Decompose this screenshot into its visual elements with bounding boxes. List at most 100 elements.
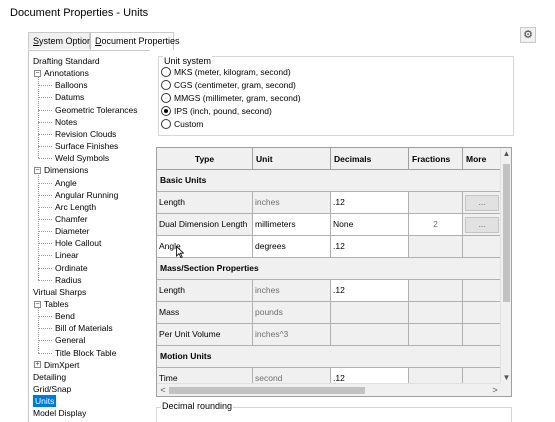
table-cell-fractions[interactable]: 2: [409, 214, 463, 236]
scroll-up-icon[interactable]: ▲: [501, 148, 511, 160]
table-cell-unit[interactable]: degrees: [253, 236, 331, 258]
tree-item-detailing[interactable]: Detailing: [33, 371, 66, 383]
table-cell-decimals[interactable]: .12: [331, 236, 409, 258]
table-cell-fractions[interactable]: [409, 324, 463, 346]
table-cell-unit[interactable]: inches: [253, 280, 331, 302]
table-cell-unit[interactable]: pounds: [253, 302, 331, 324]
radio-button[interactable]: [161, 93, 171, 103]
table-cell-decimals[interactable]: .12: [331, 280, 409, 302]
unit-option-cgs[interactable]: CGS (centimeter, gram, second): [161, 79, 296, 91]
tree-connector: [38, 146, 52, 148]
tree-item-revision-clouds[interactable]: Revision Clouds: [55, 128, 116, 140]
table-cell-type: Angle: [157, 236, 253, 258]
scroll-left-icon[interactable]: <: [157, 384, 169, 396]
table-cell-decimals[interactable]: .12: [331, 368, 409, 384]
tree-item-drafting-standard[interactable]: Drafting Standard: [33, 55, 100, 67]
tree-item-dimensions[interactable]: Dimensions: [44, 164, 88, 176]
table-cell-fractions[interactable]: [409, 302, 463, 324]
tree-item-linear[interactable]: Linear: [55, 249, 79, 261]
table-cell-more: [463, 302, 501, 324]
expand-icon[interactable]: +: [34, 361, 41, 369]
gear-icon[interactable]: ⚙: [520, 27, 536, 43]
table-cell-fractions[interactable]: [409, 280, 463, 302]
vertical-scrollbar[interactable]: ▲ ▼: [500, 148, 511, 384]
tree-item-arc-length[interactable]: Arc Length: [55, 201, 96, 213]
unit-option-mmgs[interactable]: MMGS (millimeter, gram, second): [161, 92, 301, 104]
tree-item-bill-of-materials[interactable]: Bill of Materials: [55, 322, 113, 334]
horizontal-scrollbar[interactable]: < >: [157, 383, 501, 396]
column-header-fractions[interactable]: Fractions: [409, 148, 463, 170]
tree-item-general[interactable]: General: [55, 334, 85, 346]
tab-document-properties[interactable]: Document Properties: [90, 32, 180, 50]
scroll-thumb[interactable]: [503, 164, 510, 302]
decimal-rounding-legend: Decimal rounding: [161, 401, 234, 411]
tree-item-angle[interactable]: Angle: [55, 177, 77, 189]
units-table[interactable]: Type Unit Decimals Fractions More Basic Units…: [156, 147, 512, 397]
tree-item-datums[interactable]: Datums: [55, 91, 84, 103]
table-cell-decimals[interactable]: [331, 324, 409, 346]
table-cell-fractions[interactable]: [409, 368, 463, 384]
table-cell-more: [463, 324, 501, 346]
table-cell-unit[interactable]: inches: [253, 192, 331, 214]
column-header-type[interactable]: Type: [157, 148, 253, 170]
tree-item-title-block-table[interactable]: Title Block Table: [55, 347, 116, 359]
table-cell-fractions[interactable]: [409, 192, 463, 214]
column-header-decimals[interactable]: Decimals: [331, 148, 409, 170]
radio-button[interactable]: [161, 106, 171, 116]
tree-item-angular-running[interactable]: Angular Running: [55, 189, 118, 201]
tree-connector: [38, 194, 52, 196]
table-cell-unit[interactable]: second: [253, 368, 331, 384]
radio-button[interactable]: [161, 67, 171, 77]
tree-item-radius[interactable]: Radius: [55, 274, 81, 286]
tree-connector: [38, 328, 52, 330]
tree-item-model-display[interactable]: Model Display: [33, 407, 86, 419]
tree-connector: [38, 85, 52, 87]
tree-item-surface-finishes[interactable]: Surface Finishes: [55, 140, 118, 152]
unit-option-custom[interactable]: Custom: [161, 118, 203, 130]
tree-connector: [38, 218, 52, 220]
table-cell-decimals[interactable]: None: [331, 214, 409, 236]
tree-connector: [38, 352, 52, 354]
radio-button[interactable]: [161, 80, 171, 90]
unit-option-mks[interactable]: MKS (meter, kilogram, second): [161, 66, 291, 78]
tree-item-virtual-sharps[interactable]: Virtual Sharps: [33, 286, 86, 298]
more-options-button[interactable]: ...: [465, 217, 499, 233]
tree-item-diameter[interactable]: Diameter: [55, 225, 89, 237]
more-options-button[interactable]: ...: [465, 195, 499, 211]
tree-item-grid-snap[interactable]: Grid/Snap: [33, 383, 71, 395]
radio-label: Custom: [174, 119, 204, 129]
tab-system-options[interactable]: System Options: [28, 32, 97, 49]
unit-option-ips[interactable]: IPS (inch, pound, second): [161, 105, 272, 117]
table-cell-type: Time: [157, 368, 253, 384]
table-cell-decimals[interactable]: .12: [331, 192, 409, 214]
tab-label: ystem Options: [39, 36, 97, 46]
scroll-thumb[interactable]: [169, 387, 365, 394]
table-cell-fractions[interactable]: [409, 236, 463, 258]
tree-item-units[interactable]: Units: [33, 395, 57, 408]
tree-item-notes[interactable]: Notes: [55, 116, 77, 128]
column-header-more[interactable]: More: [463, 148, 501, 170]
tree-item-balloons[interactable]: Balloons: [55, 79, 88, 91]
table-cell-unit[interactable]: millimeters: [253, 214, 331, 236]
column-header-unit[interactable]: Unit: [253, 148, 331, 170]
tree-item-hole-callout[interactable]: Hole Callout: [55, 237, 101, 249]
tree-item-ordinate[interactable]: Ordinate: [55, 262, 88, 274]
tree-connector: [38, 121, 52, 123]
options-tree[interactable]: Drafting Standard − Annotations Balloons Dat…: [28, 50, 150, 422]
tree-item-annotations[interactable]: Annotations: [44, 67, 89, 79]
table-section-header: Motion Units: [157, 346, 501, 368]
table-cell-type: Mass: [157, 302, 253, 324]
tree-item-tables[interactable]: Tables: [44, 298, 69, 310]
radio-button[interactable]: [161, 119, 171, 129]
table-cell-unit[interactable]: inches^3: [253, 324, 331, 346]
tree-item-weld-symbols[interactable]: Weld Symbols: [55, 152, 109, 164]
table-cell-decimals[interactable]: [331, 302, 409, 324]
table-section-header: Basic Units: [157, 170, 501, 192]
tree-item-bend[interactable]: Bend: [55, 310, 75, 322]
tree-item-geometric-tolerances[interactable]: Geometric Tolerances: [55, 104, 138, 116]
tree-item-dimxpert[interactable]: DimXpert: [44, 359, 79, 371]
table-cell-more: [463, 280, 501, 302]
radio-label: MKS (meter, kilogram, second): [174, 67, 291, 77]
scroll-corner: [500, 383, 511, 396]
tree-item-chamfer[interactable]: Chamfer: [55, 213, 88, 225]
